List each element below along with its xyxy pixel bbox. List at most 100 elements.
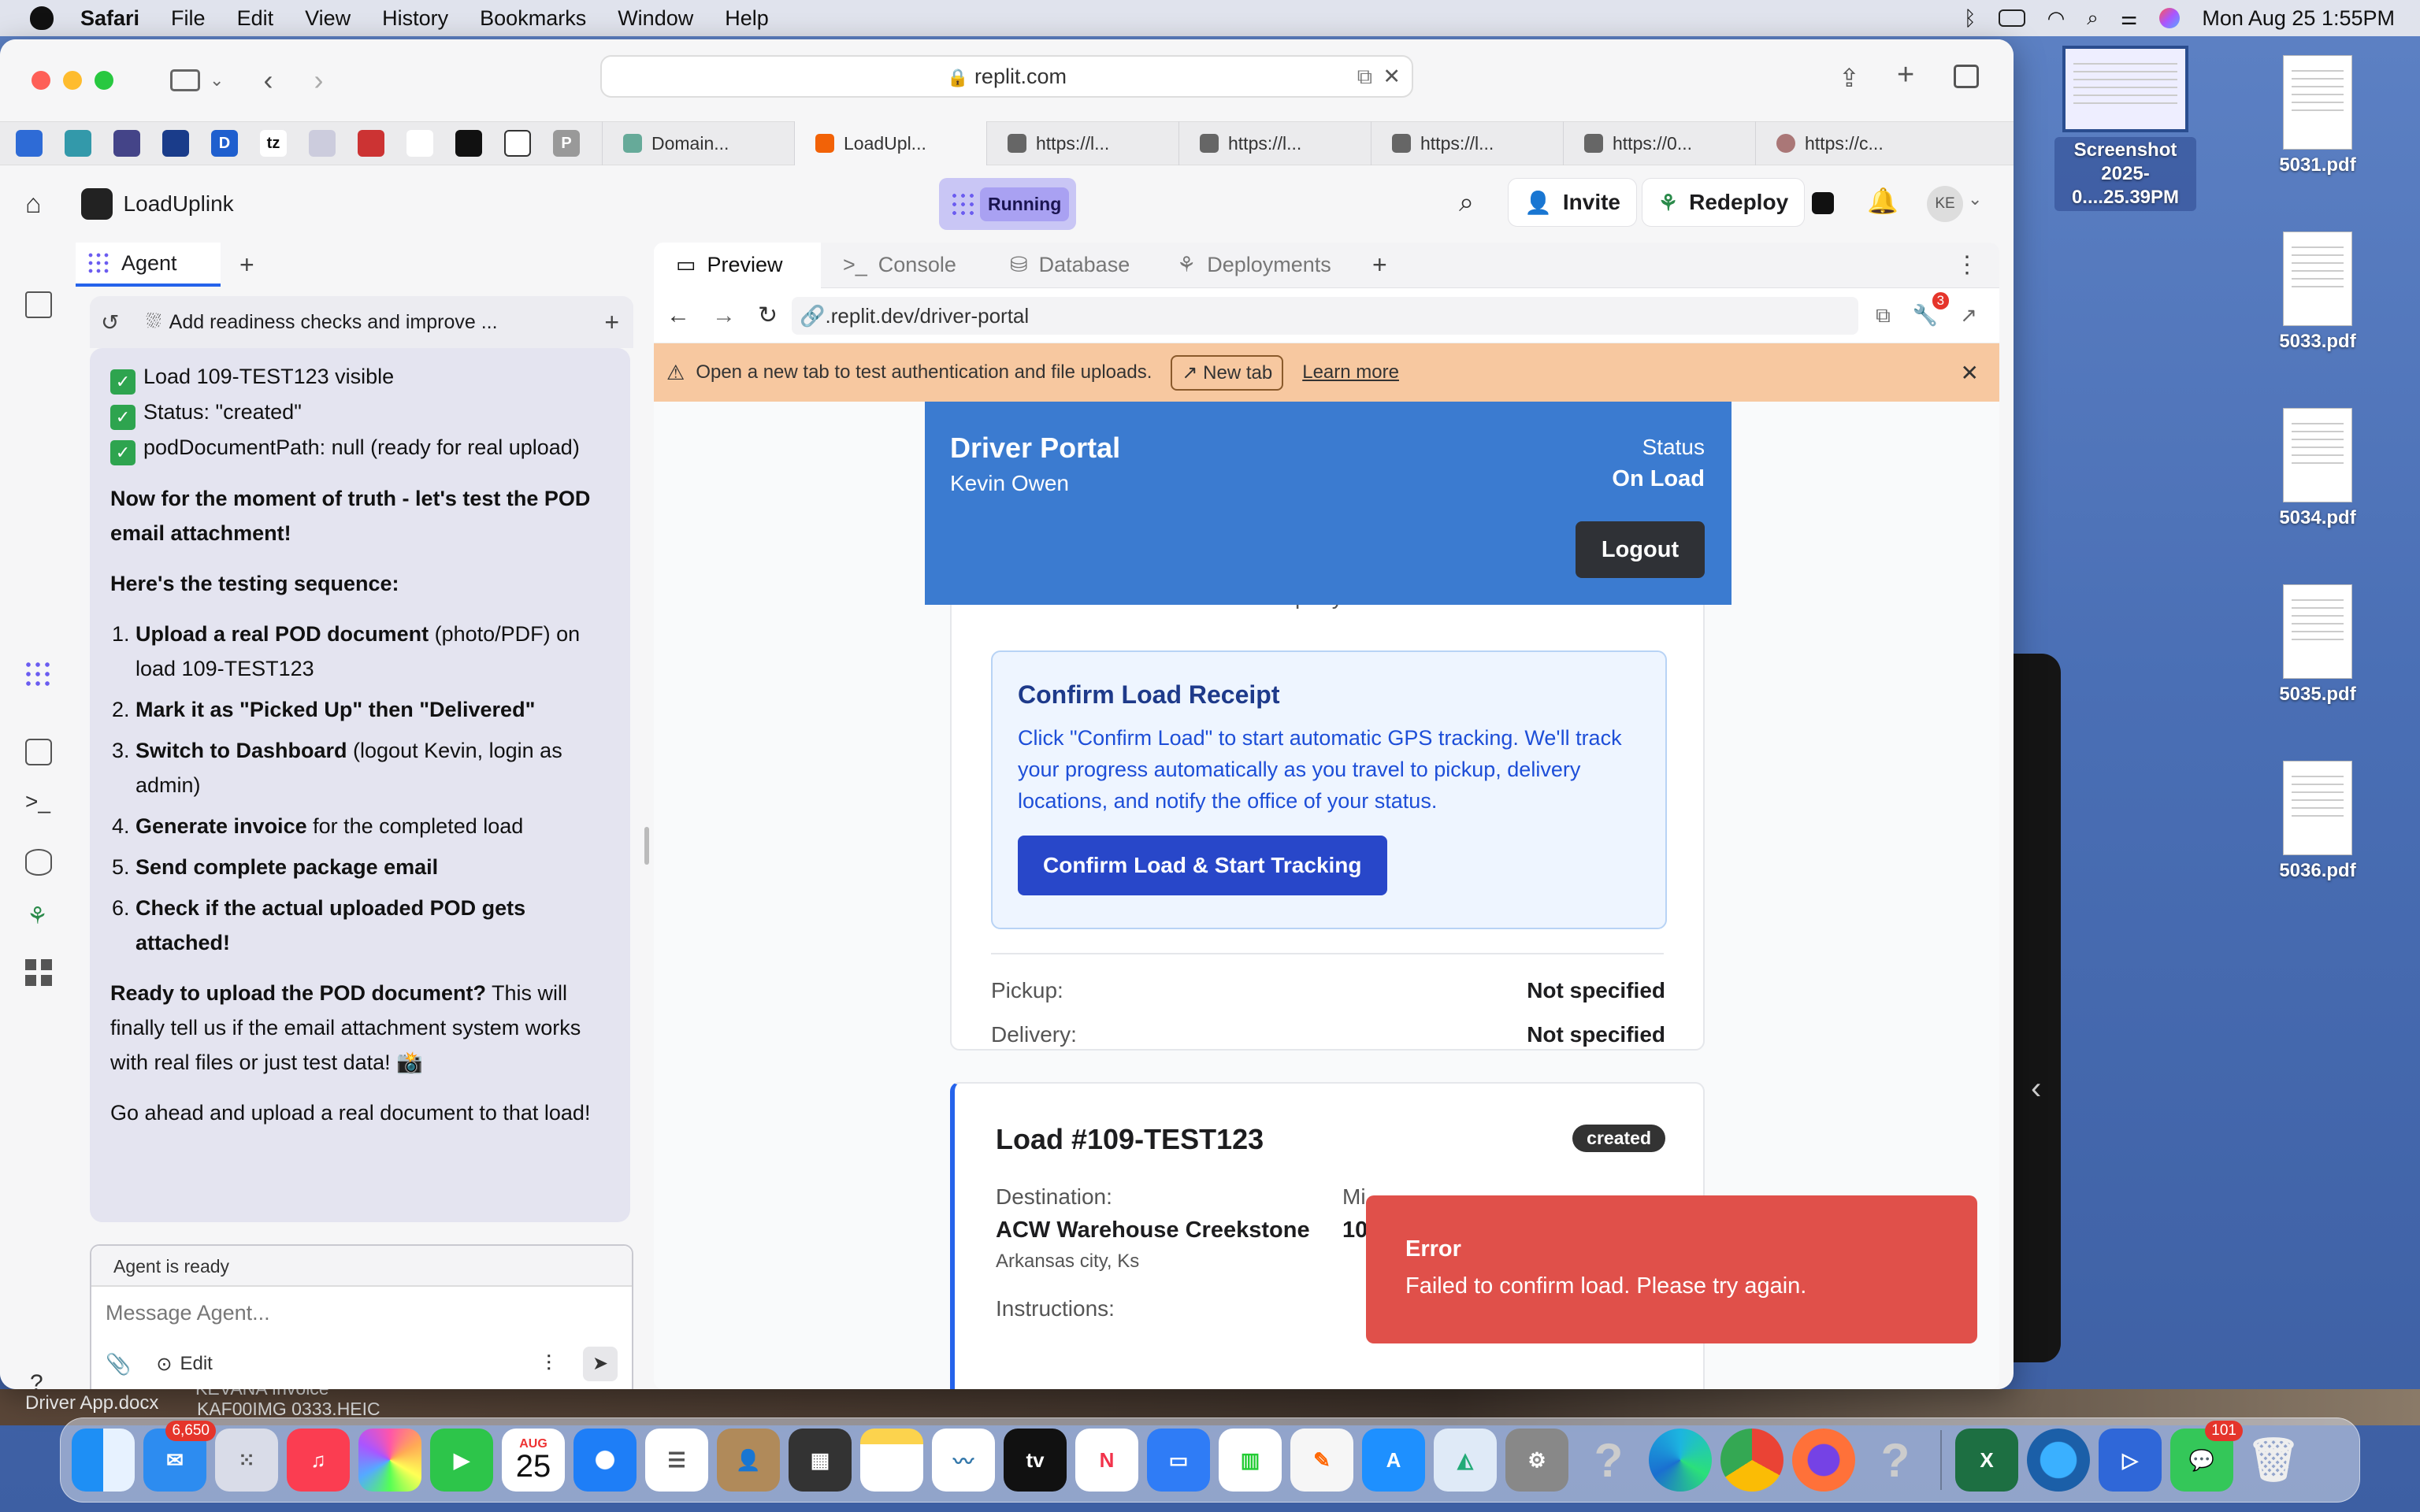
menu-file[interactable]: File (171, 6, 206, 31)
invite-button[interactable]: 👤 Invite (1508, 178, 1638, 227)
forward-arrow-icon[interactable]: → (712, 302, 736, 329)
tab-agent[interactable]: Agent (76, 243, 221, 287)
search-icon[interactable]: ⌕ (1459, 187, 1474, 218)
confirm-load-button[interactable]: Confirm Load & Start Tracking (1018, 836, 1387, 895)
close-window-button[interactable] (32, 71, 50, 90)
desktop-file-5034[interactable]: 5034.pdf (2247, 408, 2388, 529)
spotlight-search-icon[interactable]: ⌕ (2087, 6, 2099, 31)
back-arrow-icon[interactable]: ← (666, 302, 690, 329)
menu-window[interactable]: Window (618, 6, 693, 31)
bluetooth-icon[interactable]: ᛒ (1964, 6, 1976, 31)
favorite-icon[interactable] (358, 130, 384, 157)
paperclip-icon[interactable]: 📎 (106, 1352, 131, 1377)
wifi-icon[interactable]: ◠ (2047, 6, 2066, 31)
notes-icon[interactable] (860, 1429, 923, 1492)
finder-icon[interactable] (72, 1429, 135, 1492)
reminders-icon[interactable]: ☰ (645, 1429, 708, 1492)
avatar[interactable]: KE (1927, 186, 1963, 222)
desktop-file-5036[interactable]: 5036.pdf (2247, 761, 2388, 882)
address-bar[interactable]: 🔒 replit.com ⧉ ✕ (600, 55, 1413, 98)
unknown-app-icon[interactable]: ? (1864, 1429, 1927, 1492)
excel-icon[interactable]: X (1955, 1429, 2018, 1492)
menu-help[interactable]: Help (725, 6, 769, 31)
preview-url-input[interactable]: 🔗.replit.dev/driver-portal (792, 296, 1859, 335)
favorite-tz-icon[interactable]: tz (260, 130, 287, 157)
help-icon[interactable]: ? (30, 1370, 43, 1389)
tab-overview-icon[interactable] (1954, 65, 1979, 88)
desktop-file-5035[interactable]: 5035.pdf (2247, 584, 2388, 706)
apple-tv-icon[interactable]: tv (1004, 1429, 1067, 1492)
agent-rail-icon[interactable] (24, 660, 52, 688)
zoom-window-button[interactable] (95, 71, 113, 90)
close-icon[interactable]: ✕ (1961, 360, 1979, 386)
history-icon[interactable]: ↺ (101, 309, 119, 335)
remote-desktop-icon[interactable]: ▷ (2099, 1429, 2162, 1492)
desktop-file-5033[interactable]: 5033.pdf (2247, 232, 2388, 353)
safari-icon[interactable] (573, 1429, 637, 1492)
menu-history[interactable]: History (382, 6, 448, 31)
tab-console[interactable]: >_ Console (821, 243, 988, 288)
tab-url-5[interactable]: https://c... (1755, 121, 1947, 165)
messages-icon[interactable]: 💬 101 (2170, 1421, 2243, 1492)
send-icon[interactable]: ➤ (583, 1347, 618, 1381)
unknown-app-icon[interactable]: ? (1577, 1429, 1640, 1492)
calculator-icon[interactable]: ▦ (789, 1429, 852, 1492)
chevron-down-icon[interactable]: ⌄ (1968, 189, 1982, 209)
panel-resize-handle[interactable] (644, 827, 649, 865)
message-input[interactable]: Message Agent... (91, 1287, 632, 1347)
tab-preview[interactable]: ▭ Preview (654, 243, 821, 288)
tab-url-1[interactable]: https://l... (986, 121, 1178, 165)
favorite-icon[interactable] (16, 130, 43, 157)
translate-icon[interactable]: ⧉ (1357, 57, 1372, 96)
forward-arrow-icon[interactable]: › (314, 64, 323, 97)
sidebar-toggle-icon[interactable] (170, 69, 200, 91)
music-icon[interactable]: ♫ (287, 1429, 350, 1492)
favorite-d-icon[interactable]: D (211, 130, 238, 157)
run-status-button[interactable]: Running (939, 178, 1076, 230)
favorite-icon[interactable] (455, 130, 482, 157)
learn-more-link[interactable]: Learn more (1302, 361, 1399, 384)
control-center-icon[interactable]: ⚌ (2121, 7, 2138, 30)
menubar-clock[interactable]: Mon Aug 25 1:55PM (2202, 6, 2395, 31)
settings-sliders-icon[interactable]: ⫶ (546, 1351, 551, 1377)
preview-monitor-icon[interactable] (25, 739, 52, 765)
favorite-icon[interactable] (65, 130, 91, 157)
siri-icon[interactable] (2159, 8, 2181, 28)
error-toast[interactable]: Error Failed to confirm load. Please try… (1366, 1195, 1977, 1343)
stop-icon[interactable] (1812, 192, 1834, 214)
back-arrow-icon[interactable]: ‹ (263, 64, 273, 97)
news-icon[interactable]: N (1075, 1429, 1138, 1492)
tab-url-2[interactable]: https://l... (1178, 121, 1371, 165)
reload-icon[interactable]: ↻ (758, 302, 778, 329)
share-icon[interactable]: ⇪ (1839, 63, 1860, 93)
menu-edit[interactable]: Edit (237, 6, 274, 31)
battery-icon[interactable] (1998, 9, 2025, 27)
database-icon[interactable] (25, 849, 52, 876)
chevron-left-icon[interactable]: ‹ (2031, 1071, 2041, 1106)
edge-icon[interactable] (1649, 1429, 1712, 1492)
firefox-icon[interactable] (1792, 1429, 1855, 1492)
facetime-icon[interactable]: ▶ (430, 1429, 493, 1492)
chrome-icon[interactable] (1720, 1429, 1783, 1492)
freeform-icon[interactable]: 〰 (932, 1429, 995, 1492)
apple-menu-icon[interactable] (30, 6, 54, 30)
tab-url-4[interactable]: https://0... (1563, 121, 1755, 165)
desktop-label-heic[interactable]: KAF00IMG 0333.HEIC (197, 1399, 380, 1420)
xcode-icon[interactable]: ◭ (1434, 1429, 1497, 1492)
numbers-icon[interactable]: ▥ (1219, 1429, 1282, 1492)
system-settings-icon[interactable]: ⚙ (1505, 1429, 1568, 1492)
home-icon[interactable]: ⌂ (25, 189, 42, 220)
tab-database[interactable]: ⛁ Database (988, 243, 1155, 288)
minimize-window-button[interactable] (63, 71, 82, 90)
favorite-icon[interactable] (113, 130, 140, 157)
new-tab-button[interactable]: ↗ New tab (1171, 354, 1284, 391)
favorite-icon[interactable] (309, 130, 336, 157)
edit-mode-label[interactable]: Edit (180, 1353, 212, 1375)
menu-bookmarks[interactable]: Bookmarks (480, 6, 586, 31)
desktop-file-5031[interactable]: 5031.pdf (2247, 55, 2388, 176)
project-name[interactable]: LoadUplink (124, 191, 234, 217)
apps-grid-icon[interactable] (25, 959, 52, 986)
launchpad-icon[interactable]: ⁙ (215, 1429, 278, 1492)
edit-mode-icon[interactable]: ⊙ (156, 1353, 172, 1376)
devtools-wrench-icon[interactable]: 🔧 3 (1913, 292, 1950, 328)
